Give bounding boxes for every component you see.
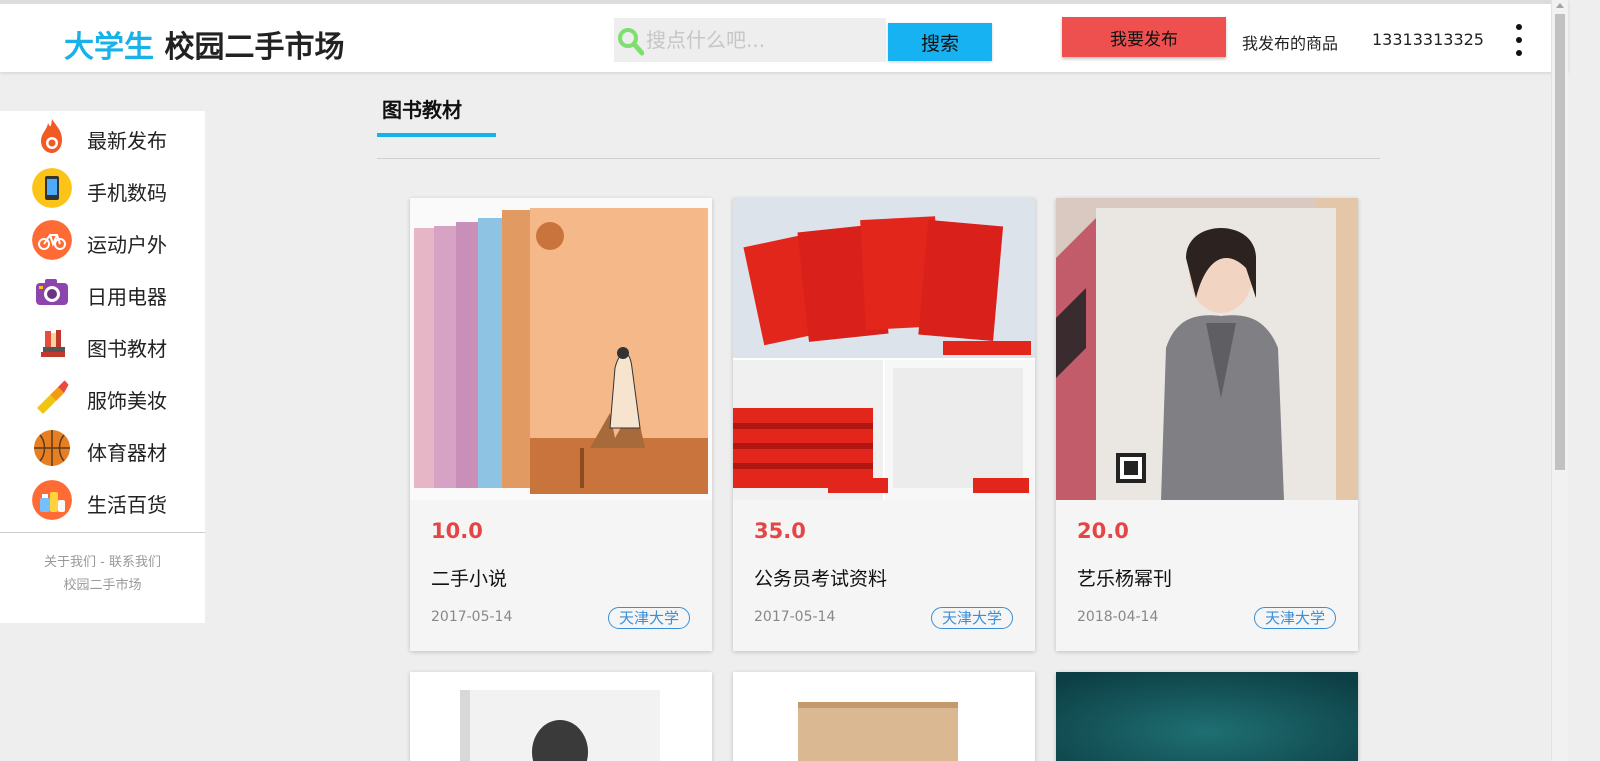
lipstick-icon — [37, 380, 69, 414]
section-title-underline — [377, 133, 496, 137]
sidebar-item-sports[interactable]: 体育器材 — [0, 423, 205, 475]
camera-icon — [36, 279, 68, 305]
books-icon — [41, 330, 65, 357]
top-header: 大学生 校园二手市场 搜索 我要发布 我发布的商品 13313313325 — [0, 0, 1568, 72]
search-box — [614, 18, 886, 62]
publish-button[interactable]: 我要发布 — [1062, 17, 1226, 57]
section-divider — [377, 158, 1380, 159]
sidebar-item-latest[interactable]: 最新发布 — [0, 111, 205, 163]
sidebar-item-label: 生活百货 — [87, 493, 167, 517]
sidebar-item-label: 运动户外 — [87, 233, 167, 257]
search-input[interactable] — [646, 18, 882, 62]
sidebar-item-label: 服饰美妆 — [87, 389, 167, 413]
product-price: 10.0 — [431, 519, 483, 543]
sidebar-item-label: 日用电器 — [87, 285, 167, 309]
sidebar-divider — [0, 532, 205, 533]
sidebar-item-books[interactable]: 图书教材 — [0, 319, 205, 371]
sidebar-item-digital[interactable]: 手机数码 — [0, 163, 205, 215]
product-card[interactable] — [410, 672, 712, 761]
product-image[interactable] — [733, 198, 1035, 500]
sidebar-item-appliances[interactable]: 日用电器 — [0, 267, 205, 319]
school-badge: 天津大学 — [1253, 607, 1336, 629]
site-logo[interactable]: 大学生 校园二手市场 — [64, 22, 344, 66]
product-date: 2017-05-14 — [754, 609, 836, 625]
sidebar-footer: 关于我们 - 联系我们 校园二手市场 — [0, 551, 205, 597]
basketball-icon — [34, 430, 70, 466]
search-button[interactable]: 搜索 — [888, 23, 992, 61]
product-date: 2017-05-14 — [431, 609, 513, 625]
scroll-up-icon[interactable] — [1556, 3, 1564, 8]
groceries-icon — [32, 480, 72, 520]
product-card[interactable]: 10.0 二手小说 2017-05-14 天津大学 — [410, 198, 712, 651]
sidebar-item-fashion[interactable]: 服饰美妆 — [0, 371, 205, 423]
school-badge: 天津大学 — [930, 607, 1013, 629]
product-image[interactable] — [1056, 198, 1358, 500]
section-title: 图书教材 — [382, 98, 462, 122]
product-card[interactable]: 20.0 艺乐杨幂刊 2018-04-14 天津大学 — [1056, 198, 1358, 651]
product-date: 2018-04-14 — [1077, 609, 1159, 625]
my-goods-link[interactable]: 我发布的商品 — [1242, 30, 1338, 54]
product-image[interactable] — [410, 198, 712, 500]
user-phone[interactable]: 13313313325 — [1372, 30, 1484, 49]
category-sidebar: 最新发布 手机数码 运动户外 日用电器 图书教材 服饰美妆 体育器材 生活百货 … — [0, 111, 205, 623]
product-image[interactable] — [410, 672, 712, 761]
sidebar-item-label: 图书教材 — [87, 337, 167, 361]
page-scrollbar[interactable] — [1551, 0, 1568, 761]
sidebar-item-outdoor[interactable]: 运动户外 — [0, 215, 205, 267]
product-image[interactable] — [1056, 672, 1358, 761]
brand-main: 校园二手市场 — [164, 30, 345, 65]
footer-links[interactable]: 关于我们 - 联系我们 — [0, 551, 205, 574]
search-icon — [618, 28, 644, 56]
more-vertical-icon[interactable] — [1510, 20, 1528, 60]
phone-icon — [32, 168, 72, 208]
sidebar-item-label: 体育器材 — [87, 441, 167, 465]
sidebar-item-label: 手机数码 — [87, 181, 167, 205]
fire-icon — [41, 119, 62, 153]
sidebar-item-label: 最新发布 — [87, 129, 167, 153]
sidebar-item-daily[interactable]: 生活百货 — [0, 475, 205, 527]
product-card[interactable]: 35.0 公务员考试资料 2017-05-14 天津大学 — [733, 198, 1035, 651]
product-name[interactable]: 艺乐杨幂刊 — [1077, 564, 1172, 591]
product-name[interactable]: 公务员考试资料 — [754, 564, 887, 591]
product-card[interactable] — [1056, 672, 1358, 761]
scroll-thumb[interactable] — [1555, 14, 1565, 470]
school-badge: 天津大学 — [607, 607, 690, 629]
brand-accent: 大学生 — [64, 30, 154, 65]
bicycle-icon — [32, 220, 72, 260]
product-name[interactable]: 二手小说 — [431, 564, 507, 591]
product-price: 35.0 — [754, 519, 806, 543]
product-image[interactable] — [733, 672, 1035, 761]
product-card[interactable] — [733, 672, 1035, 761]
footer-site-name: 校园二手市场 — [63, 578, 142, 593]
product-price: 20.0 — [1077, 519, 1129, 543]
